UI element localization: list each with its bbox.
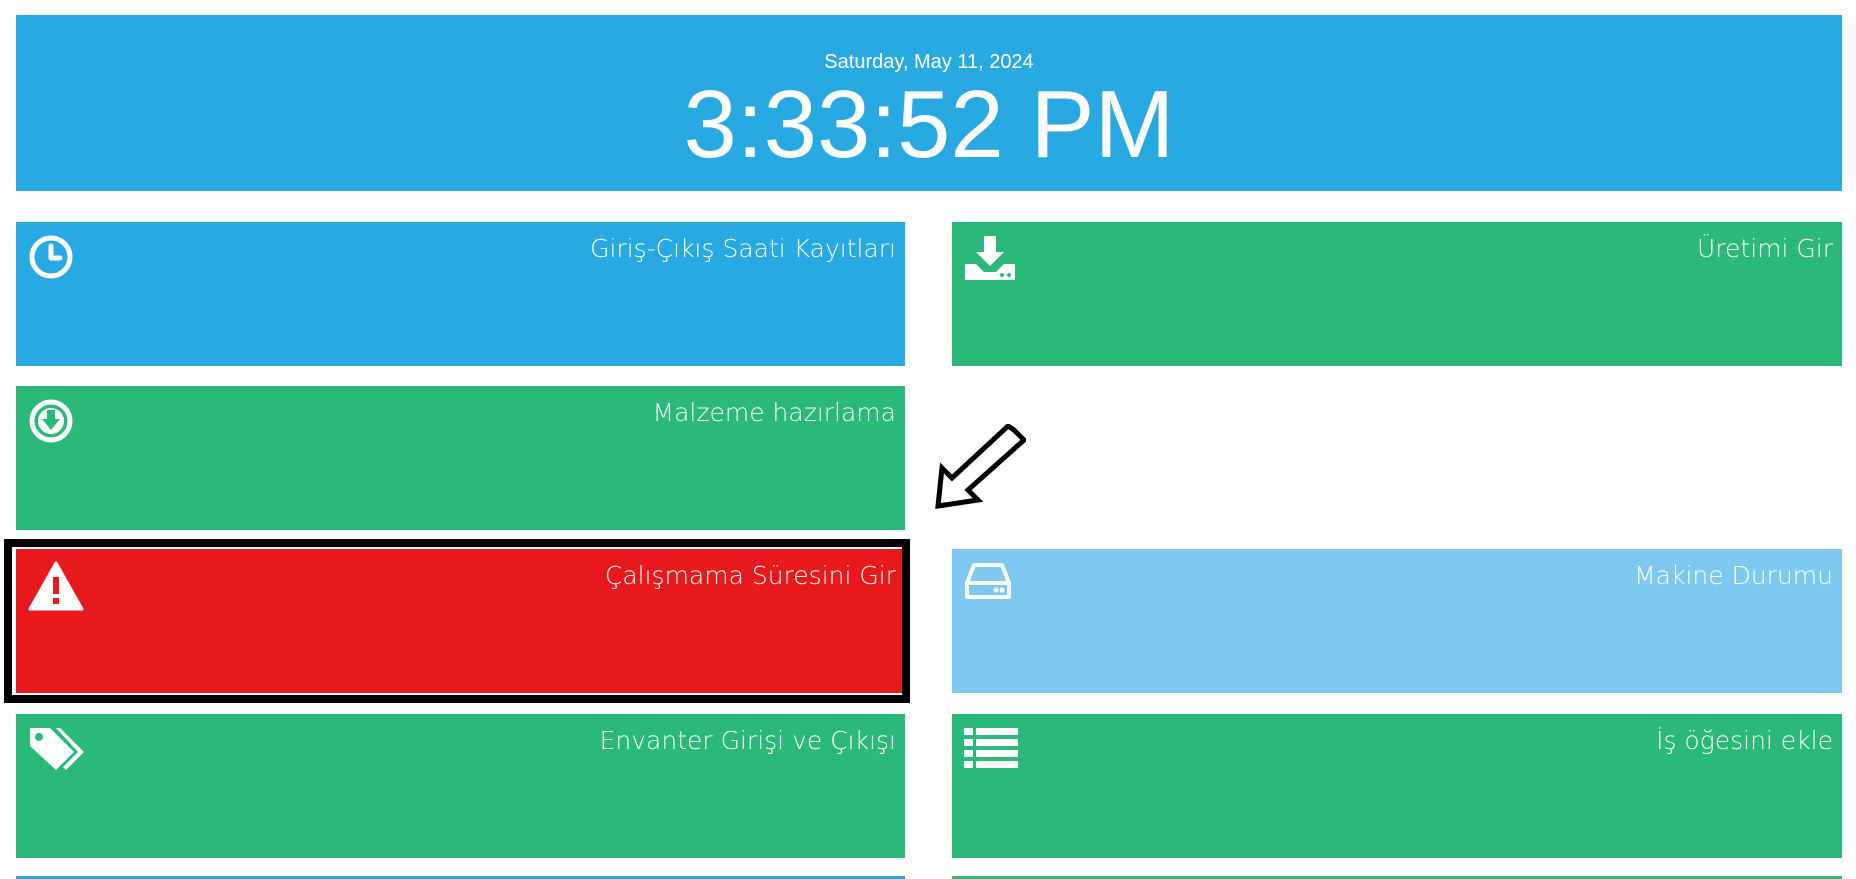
tile-inventory-in-out[interactable]: Envanter Girişi ve Çıkışı — [16, 714, 905, 858]
tile-add-work-item[interactable]: İş öğesini ekle — [952, 714, 1842, 858]
tile-material-preparation[interactable]: Malzeme hazırlama — [16, 386, 905, 530]
tile-attendance-records[interactable]: Giriş-Çıkış Saati Kayıtları — [16, 222, 905, 366]
tile-machine-status[interactable]: Makine Durumu — [952, 549, 1842, 693]
tile-enter-production[interactable]: Üretimi Gir — [952, 222, 1842, 366]
tile-label: Makine Durumu — [1634, 561, 1833, 590]
circle-arrow-down-icon — [28, 398, 74, 444]
clock-icon — [28, 234, 74, 280]
tile-label: İş öğesini ekle — [1656, 726, 1833, 755]
highlight-frame — [4, 539, 910, 703]
tags-icon — [28, 726, 88, 774]
list-icon — [964, 726, 1020, 772]
current-time: 3:33:52 PM — [683, 71, 1175, 178]
tile-label: Üretimi Gir — [1697, 234, 1833, 263]
tile-label: Giriş-Çıkış Saati Kayıtları — [590, 234, 896, 263]
hard-drive-icon — [964, 561, 1012, 603]
download-tray-icon — [964, 234, 1016, 284]
arrow-down-left-icon — [930, 422, 1028, 515]
tile-label: Envanter Girişi ve Çıkışı — [599, 726, 896, 755]
clock-header: Saturday, May 11, 2024 3:33:52 PM — [16, 15, 1842, 191]
tile-label: Malzeme hazırlama — [652, 398, 896, 427]
